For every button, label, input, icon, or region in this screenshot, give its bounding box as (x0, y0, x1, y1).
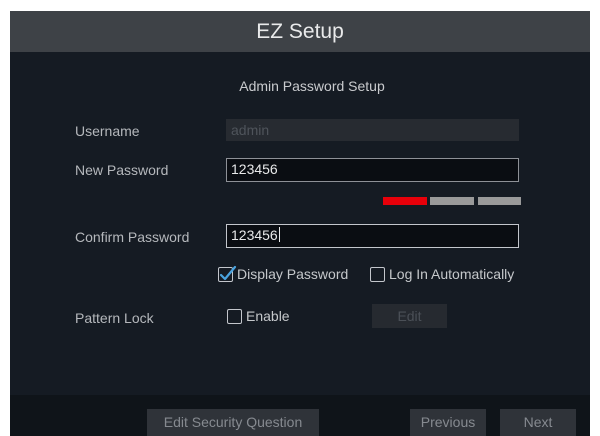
pattern-lock-enable-checkbox[interactable]: Enable (227, 308, 290, 324)
username-label: Username (75, 123, 140, 139)
previous-button[interactable]: Previous (410, 409, 486, 436)
strength-segment-medium (430, 197, 474, 205)
new-password-field[interactable]: 123456 (226, 158, 519, 182)
pattern-lock-label: Pattern Lock (75, 310, 154, 326)
log-in-automatically-label: Log In Automatically (389, 266, 515, 282)
checkmark-icon (219, 265, 237, 280)
dialog-footer: Edit Security Question Previous Next (10, 395, 590, 436)
confirm-password-field[interactable]: 123456 (226, 224, 519, 248)
log-in-automatically-checkbox[interactable]: Log In Automatically (370, 266, 514, 282)
section-title: Admin Password Setup (239, 78, 385, 94)
next-button[interactable]: Next (500, 409, 576, 436)
display-password-label: Display Password (237, 266, 349, 282)
dialog-title: EZ Setup (10, 11, 590, 52)
strength-segment-weak (383, 197, 427, 205)
display-password-checkbox[interactable]: Display Password (218, 265, 349, 282)
confirm-password-label: Confirm Password (75, 229, 190, 245)
pattern-lock-enable-label: Enable (246, 308, 290, 324)
confirm-password-value: 123456 (231, 227, 278, 243)
new-password-label: New Password (75, 162, 169, 178)
pattern-lock-edit-button[interactable]: Edit (372, 304, 447, 328)
username-field: admin (226, 119, 519, 141)
display-password-checkbox-box (218, 265, 237, 282)
log-in-automatically-checkbox-box (370, 266, 385, 282)
new-password-value: 123456 (231, 161, 278, 177)
ez-setup-dialog: EZ Setup Admin Password Setup Username a… (10, 11, 590, 436)
pattern-lock-enable-checkbox-box (227, 308, 242, 324)
strength-segment-strong (478, 197, 521, 205)
edit-security-question-button[interactable]: Edit Security Question (147, 409, 319, 436)
text-caret (278, 227, 280, 242)
